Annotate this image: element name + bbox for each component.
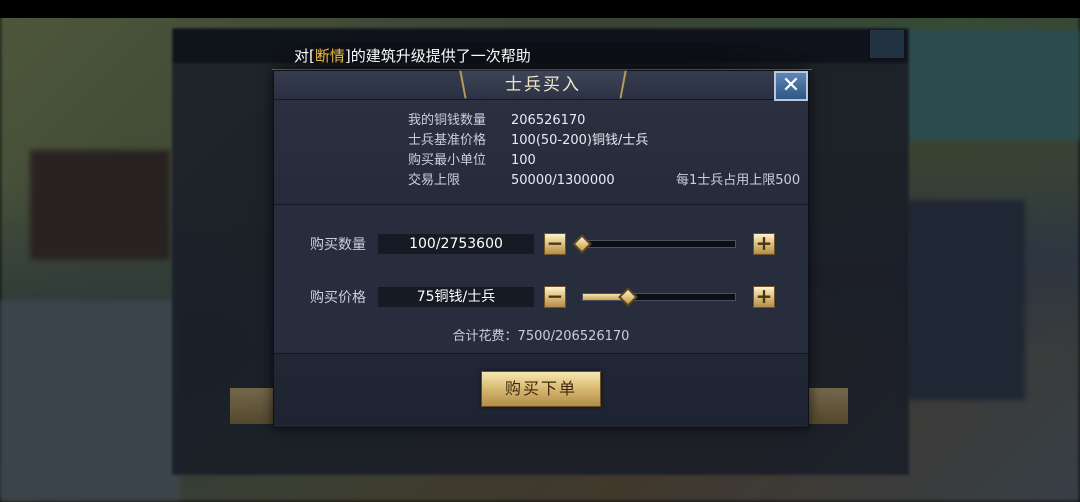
purchase-controls: 购买数量 100/2753600 − + 购买价格 75铜钱/士兵 − + 合计…: [274, 205, 808, 353]
info-label: 购买最小单位: [408, 153, 487, 168]
dialog-title: 士兵买入: [505, 75, 581, 95]
place-order-button[interactable]: 购买下单: [481, 371, 601, 407]
price-minus-button[interactable]: −: [544, 286, 566, 308]
info-label: 士兵基准价格: [408, 133, 487, 148]
quantity-minus-button[interactable]: −: [544, 233, 566, 255]
info-row-base-price: 士兵基准价格 100(50-200)铜钱/士兵: [408, 131, 808, 151]
info-value: 50000/1300000: [511, 173, 615, 188]
close-button[interactable]: ✕: [774, 71, 808, 101]
info-row-copper: 我的铜钱数量 206526170: [408, 111, 808, 131]
notice-suffix: ]的建筑升级提供了一次帮助: [344, 47, 531, 65]
price-value: 75铜钱/士兵: [378, 287, 534, 307]
notice-player-name: 断情: [314, 47, 345, 65]
quantity-value: 100/2753600: [378, 234, 534, 254]
info-value: 100(50-200)铜钱/士兵: [511, 133, 649, 148]
notice-prefix: 对[: [294, 47, 315, 65]
info-label: 交易上限: [408, 173, 461, 188]
price-slider[interactable]: [582, 293, 736, 301]
info-value: 100: [511, 153, 536, 168]
purchase-info: 我的铜钱数量 206526170 士兵基准价格 100(50-200)铜钱/士兵…: [408, 111, 808, 191]
divider: [274, 353, 808, 354]
quantity-label: 购买数量: [310, 237, 366, 253]
total-cost: 合计花费：7500/206526170: [452, 329, 630, 344]
price-slider-thumb[interactable]: [618, 287, 638, 307]
price-plus-button[interactable]: +: [753, 286, 775, 308]
dialog-title-bar: 士兵买入 ✕: [274, 70, 808, 101]
info-label: 我的铜钱数量: [408, 113, 487, 128]
price-label: 购买价格: [310, 290, 366, 306]
soldier-purchase-dialog: 士兵买入 ✕ 我的铜钱数量 206526170 士兵基准价格 100(50-20…: [273, 70, 809, 428]
top-black-strip: [0, 0, 1080, 18]
info-row-trade-limit: 交易上限 50000/1300000 每1士兵占用上限500: [408, 171, 808, 191]
info-value: 206526170: [511, 113, 586, 128]
help-notice-banner: 对[断情]的建筑升级提供了一次帮助: [272, 42, 812, 70]
quantity-slider[interactable]: [582, 240, 736, 248]
info-row-min-unit: 购买最小单位 100: [408, 151, 808, 171]
info-note: 每1士兵占用上限500: [676, 173, 801, 188]
quantity-slider-thumb[interactable]: [572, 234, 592, 254]
quantity-plus-button[interactable]: +: [753, 233, 775, 255]
